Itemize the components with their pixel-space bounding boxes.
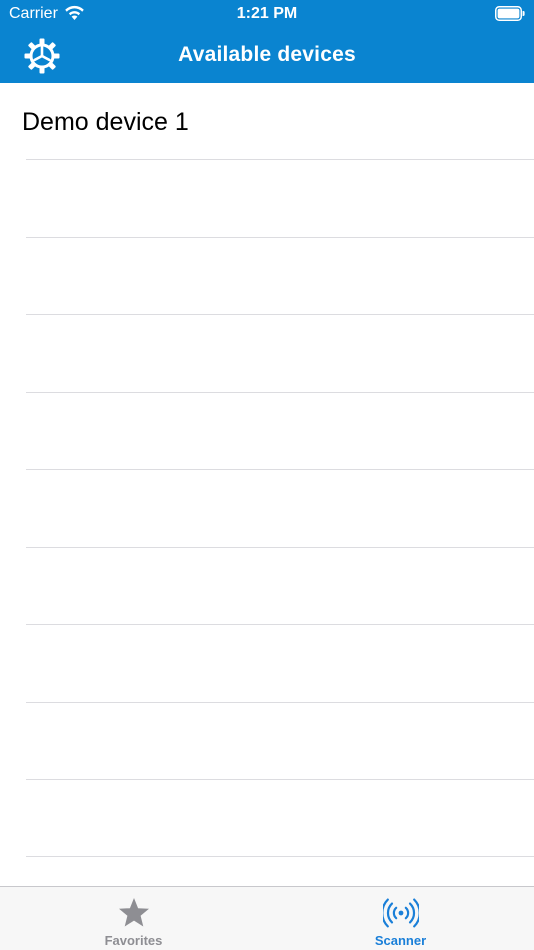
tab-label-scanner: Scanner <box>374 933 427 948</box>
page-title: Available devices <box>178 43 356 66</box>
navigation-bar: Available devices <box>0 28 534 83</box>
row-separator <box>26 779 534 780</box>
device-list: Demo device 1 <box>0 83 534 886</box>
row-separator <box>26 314 534 315</box>
tab-scanner[interactable]: Scanner <box>267 887 534 950</box>
star-icon <box>116 895 152 931</box>
tab-favorites[interactable]: Favorites <box>0 887 267 950</box>
status-time: 1:21 PM <box>236 5 298 22</box>
broadcast-icon <box>380 895 421 931</box>
device-name: Demo device 1 <box>22 108 189 136</box>
row-separator <box>26 624 534 625</box>
row-separator <box>26 392 534 393</box>
status-bar: Carrier 1:21 PM <box>0 0 534 28</box>
app-screen: Carrier 1:21 PM Available devices Demo d… <box>0 0 534 950</box>
row-separator <box>26 547 534 548</box>
row-separator <box>26 159 534 160</box>
row-separator <box>26 469 534 470</box>
row-separator <box>26 237 534 238</box>
tab-label-favorites: Favorites <box>104 933 163 948</box>
tab-bar: Favorites Scanner <box>0 886 534 950</box>
battery-full-icon <box>495 6 525 21</box>
device-row[interactable]: Demo device 1 <box>0 83 534 160</box>
row-separator <box>26 702 534 703</box>
row-separator <box>26 856 534 857</box>
